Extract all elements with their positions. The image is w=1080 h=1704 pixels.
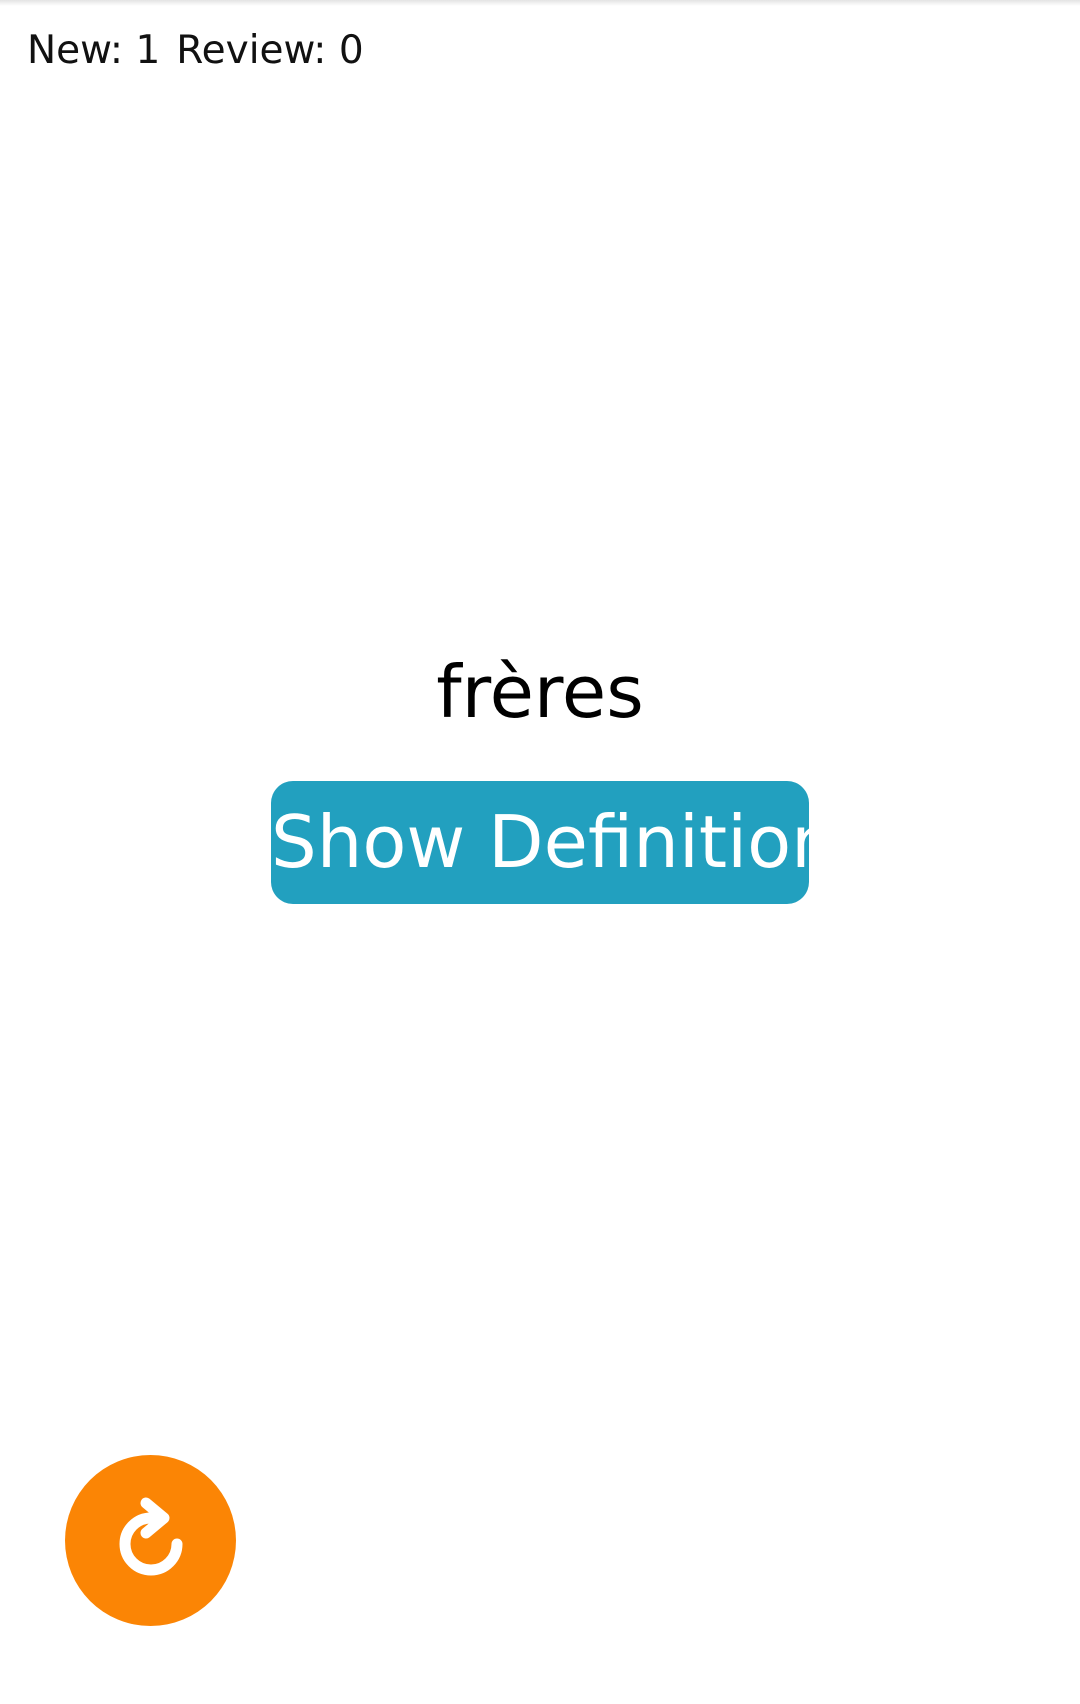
card-counts: New: 1 Review: 0 <box>27 28 364 73</box>
new-count: New: 1 <box>27 28 161 73</box>
top-shadow <box>0 0 1080 6</box>
card-word: frères <box>436 650 644 734</box>
refresh-icon <box>119 1497 182 1575</box>
show-definition-button[interactable]: Show Definition <box>271 781 837 904</box>
review-count: Review: 0 <box>176 28 364 73</box>
refresh-button[interactable] <box>65 1455 236 1626</box>
flashcard-screen: New: 1 Review: 0 frères Show Definition <box>0 0 1080 1704</box>
